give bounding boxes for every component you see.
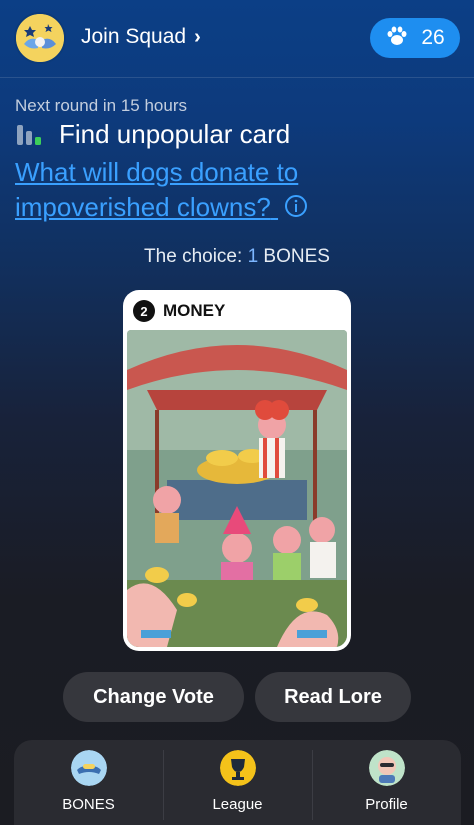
tab-bones[interactable]: BONES [14, 740, 163, 825]
choice-prefix: The choice: [144, 246, 243, 267]
profile-avatar-icon [368, 750, 405, 786]
task-title: Find unpopular card [59, 119, 291, 149]
next-round-timer: Next round in 15 hours [15, 96, 187, 115]
top-header: Join Squad › 26 [0, 0, 474, 78]
card-illustration [127, 330, 347, 647]
chevron-right-icon: › [194, 25, 201, 48]
squad-avatar-icon[interactable] [14, 12, 66, 64]
question-text: What will dogs donate to impoverished cl… [15, 157, 299, 222]
bones-count: 26 [421, 26, 445, 49]
tab-profile-label: Profile [365, 796, 408, 813]
tab-bones-label: BONES [62, 796, 115, 813]
choice-count: 1 [247, 246, 259, 267]
join-squad-label: Join Squad [81, 25, 187, 48]
info-icon[interactable] [284, 192, 308, 227]
read-lore-button[interactable]: Read Lore [255, 672, 411, 722]
join-squad-link[interactable]: Join Squad › [81, 25, 201, 49]
question-link[interactable]: What will dogs donate to impoverished cl… [15, 155, 455, 227]
tab-league[interactable]: League [163, 740, 312, 825]
vote-card[interactable]: 2 MONEY [123, 290, 351, 651]
card-number: 2 [133, 300, 155, 322]
choice-summary: The choice: 1 BONES [0, 246, 474, 268]
trophy-icon [219, 750, 256, 786]
tab-league-label: League [212, 796, 263, 813]
task-row: Find unpopular card [15, 119, 290, 150]
change-vote-button[interactable]: Change Vote [63, 672, 244, 722]
tab-profile[interactable]: Profile [312, 740, 461, 825]
bar-chart-icon [15, 119, 49, 150]
bones-balance-button[interactable]: 26 [370, 18, 460, 58]
card-label: MONEY [163, 301, 226, 320]
choice-unit: BONES [263, 246, 330, 267]
card-badge: 2 MONEY [133, 300, 225, 322]
bones-tab-icon [70, 750, 107, 786]
paw-icon [385, 24, 409, 53]
bottom-tab-bar: BONES League Profile [14, 740, 461, 825]
